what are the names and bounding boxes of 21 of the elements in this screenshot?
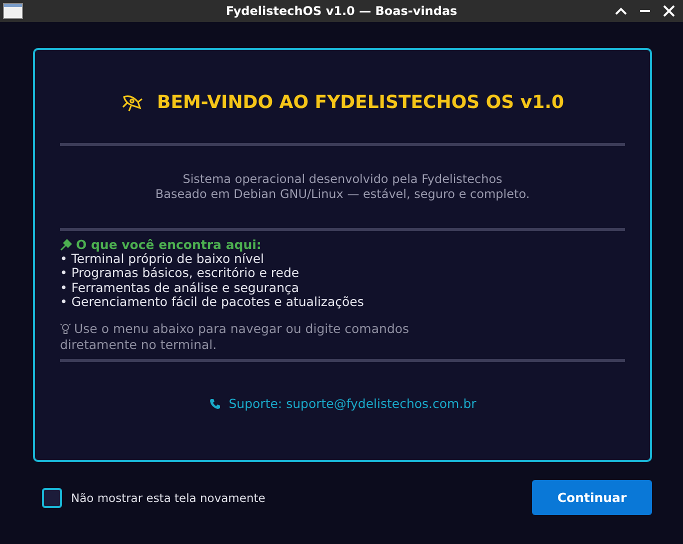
lightbulb-icon <box>60 323 71 336</box>
window-title: FydelistechOS v1.0 — Boas-vindas <box>226 4 458 18</box>
minimize-icon[interactable] <box>639 9 651 13</box>
description-line: Sistema operacional desenvolvido pela Fydelistechos <box>182 172 502 187</box>
phone-icon <box>208 398 221 410</box>
close-icon[interactable] <box>663 5 675 17</box>
description-line: Baseado em Debian GNU/Linux — estável, seguro e completo. <box>155 187 530 202</box>
feature-item: • Ferramentas de análise e segurança <box>60 280 300 295</box>
tip-text: Use o menu abaixo para navegar ou digite comandos <box>74 321 410 338</box>
continue-button[interactable]: Continuar <box>532 480 652 515</box>
checkbox-label: Não mostrar esta tela novamente <box>71 490 266 504</box>
feature-item: • Terminal próprio de baixo nível <box>60 252 266 266</box>
checkbox[interactable] <box>42 488 62 508</box>
feature-item: • Gerenciamento fácil de pacotes e atualizações <box>60 294 365 310</box>
support-contact: Suporte: suporte@fydelistechos.com.br <box>228 396 476 412</box>
window-icon <box>3 3 23 19</box>
welcome-title: BEM-VINDO AO FYDELISTECHOS OS v1.0 <box>156 92 564 113</box>
feature-item: • Programas básicos, escritório e rede <box>60 266 300 281</box>
maximize-icon[interactable] <box>615 7 627 15</box>
tip-text: diretamente no terminal. <box>60 337 217 354</box>
features-heading: O que você encontra aqui: <box>76 237 262 252</box>
